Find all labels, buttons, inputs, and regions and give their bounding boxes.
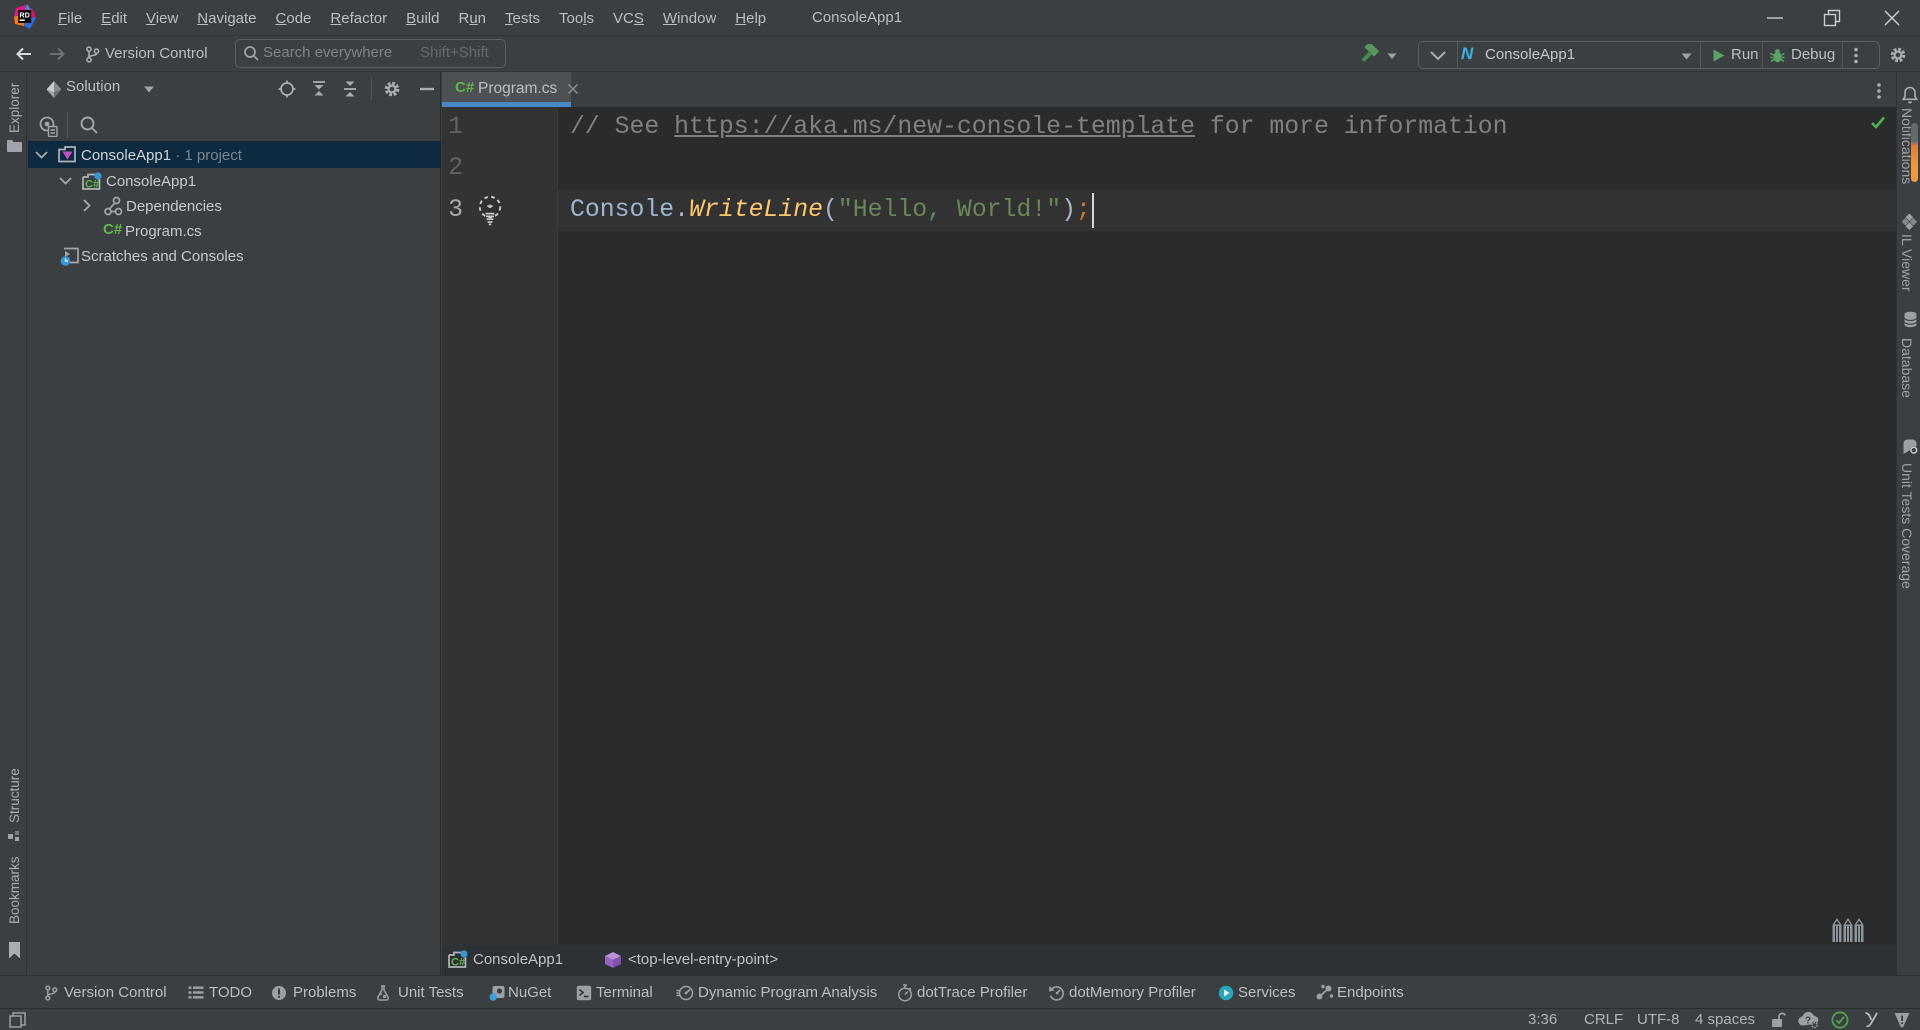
svg-text:RD: RD <box>19 10 29 19</box>
svg-text:?: ? <box>1805 1016 1811 1027</box>
svg-text:C#: C# <box>451 957 465 969</box>
svg-text:C#: C# <box>85 179 99 191</box>
